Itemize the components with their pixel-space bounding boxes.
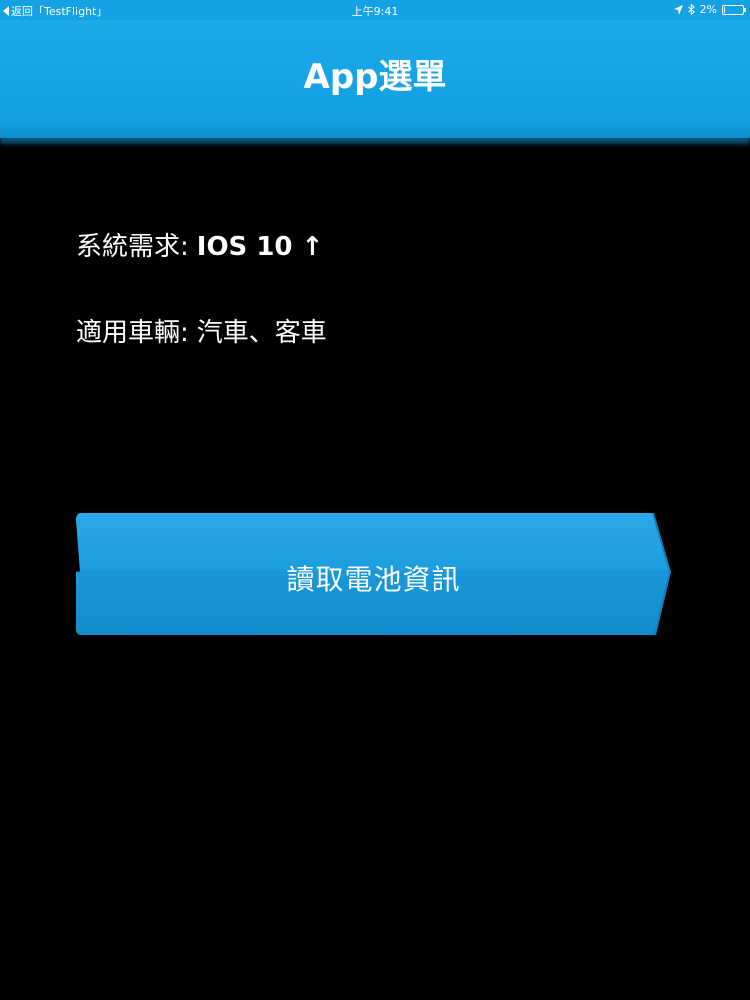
system-requirement-row: 系統需求: IOS 10 ↑ <box>76 226 323 263</box>
status-time: 上午9:41 <box>351 5 399 18</box>
battery-percent: 2% <box>699 3 717 16</box>
applicable-vehicle-value: 汽車、客車 <box>196 318 327 348</box>
status-indicators: 2% <box>673 3 746 16</box>
navigation-bar: App選單 <box>0 20 750 138</box>
read-battery-info-button[interactable]: 讀取電池資訊 <box>75 512 672 638</box>
applicable-vehicle-label: 適用車輛: <box>76 318 189 348</box>
system-requirement-label: 系統需求: <box>76 232 189 262</box>
read-battery-button-label: 讀取電池資訊 <box>286 563 461 596</box>
location-arrow-icon <box>673 4 683 15</box>
page-title: App選單 <box>303 56 447 97</box>
system-requirement-value: IOS 10 ↑ <box>196 232 324 262</box>
battery-tip <box>744 7 746 12</box>
battery-level-fill <box>724 6 726 13</box>
battery-icon <box>722 4 746 15</box>
applicable-vehicle-row: 適用車輛: 汽車、客車 <box>76 312 327 349</box>
app-screen: 返回「TestFlight」 上午9:41 2% App選單 系統需求: IOS … <box>0 0 750 1000</box>
status-bar: 返回「TestFlight」 上午9:41 2% <box>0 0 750 20</box>
bluetooth-icon <box>687 4 695 15</box>
